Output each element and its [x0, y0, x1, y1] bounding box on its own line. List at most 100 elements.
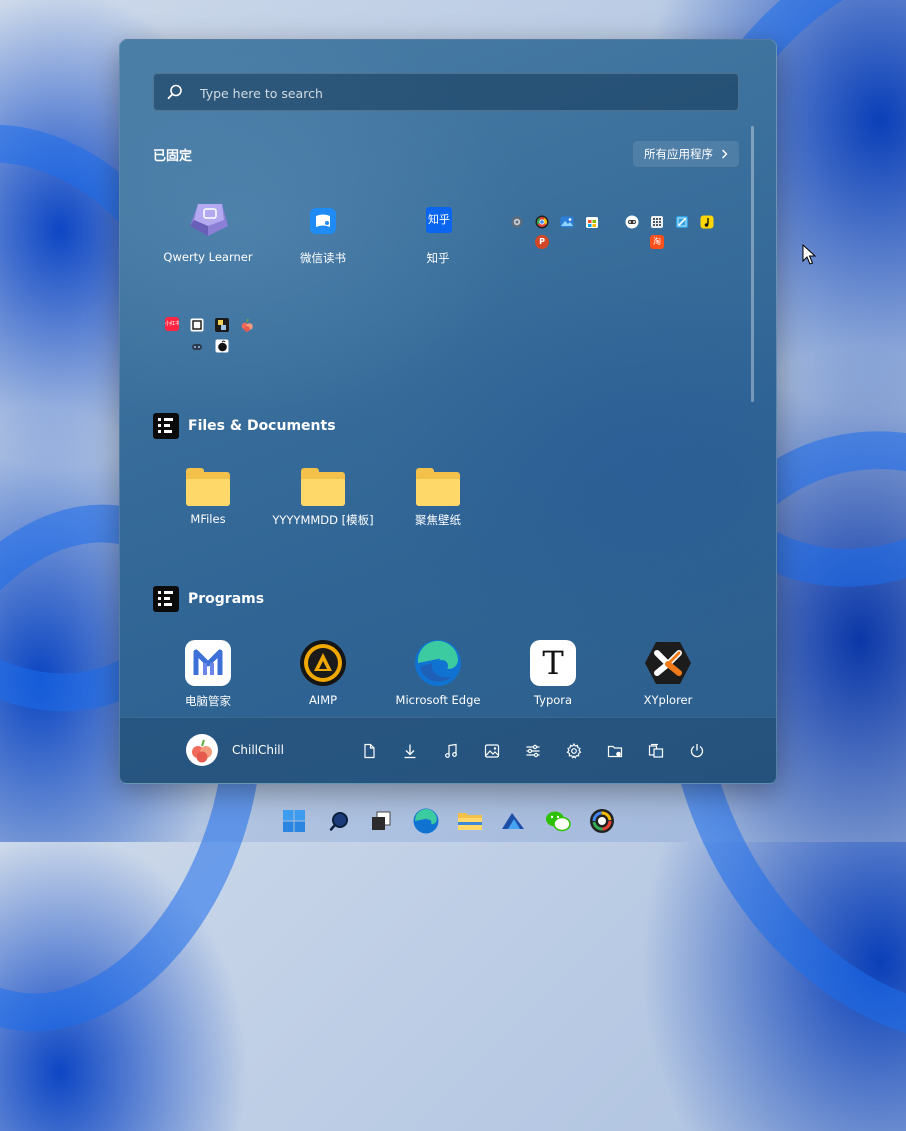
folder-icon — [186, 468, 230, 506]
taskbar-file-explorer[interactable] — [455, 806, 485, 836]
windows-logo-icon — [283, 810, 305, 832]
taskbar-wechat[interactable] — [543, 806, 573, 836]
teams-icon — [625, 214, 639, 229]
settings-gear-icon — [510, 214, 524, 228]
taskbar-edge[interactable] — [411, 806, 441, 836]
pinned-folder-group-3[interactable]: 小红书 — [165, 317, 256, 353]
search-icon — [167, 84, 182, 100]
task-view-button[interactable] — [366, 806, 396, 836]
pinned-folder-group-1[interactable]: P — [510, 214, 601, 249]
folder-label: 聚焦壁纸 — [415, 513, 461, 527]
taskbar-search-button[interactable] — [324, 806, 354, 836]
settings-icon — [566, 743, 582, 759]
music-button[interactable] — [440, 740, 462, 762]
search-icon — [329, 812, 348, 831]
music-icon — [445, 743, 457, 758]
bird-app-icon — [502, 813, 524, 829]
pinned-scrollbar[interactable] — [751, 126, 754, 402]
user-name: ChillChill — [232, 743, 284, 757]
search-box[interactable] — [153, 73, 739, 111]
files-section-label: Files & Documents — [188, 418, 336, 434]
program-pc-manager[interactable]: 电脑管家 — [153, 639, 263, 709]
program-label: XYplorer — [643, 693, 693, 707]
calculator-icon — [650, 214, 664, 228]
file-explorer-icon — [607, 745, 623, 758]
folder-icon — [458, 813, 482, 830]
folder-yyyymmdd-template[interactable]: YYYYMMDD [模板] — [268, 458, 378, 528]
typora-letter: T — [530, 640, 576, 686]
pinned-app-qwerty-learner[interactable]: Qwerty Learner — [153, 196, 263, 264]
ppt-letter: P — [535, 235, 549, 249]
pinned-app-zhihu[interactable]: 知乎 知乎 — [383, 196, 493, 266]
programs-section-label: Programs — [188, 591, 265, 607]
folder-icon — [301, 468, 345, 506]
network-icon — [648, 743, 664, 758]
keyboard-key-icon — [184, 196, 232, 244]
aimp-icon — [299, 639, 347, 687]
shader-icon — [215, 317, 229, 332]
pinned-app-label: Qwerty Learner — [163, 250, 253, 264]
list-icon — [153, 413, 179, 439]
pictures-icon — [484, 744, 500, 758]
folder-label: MFiles — [190, 512, 226, 526]
notion-icon — [190, 317, 204, 332]
pc-manager-icon — [184, 639, 232, 687]
color-wheel-icon — [590, 809, 614, 833]
program-xyplorer[interactable]: XYplorer — [613, 639, 723, 707]
folder-label: YYYYMMDD [模板] — [272, 513, 374, 527]
downloads-button[interactable] — [399, 740, 421, 762]
pinned-app-label: 知乎 — [426, 251, 450, 265]
taskbar-color-app[interactable] — [587, 806, 617, 836]
program-label: Microsoft Edge — [395, 693, 481, 707]
pinned-app-weread[interactable]: 微信读书 — [268, 196, 378, 266]
mouse-cursor-icon — [802, 244, 816, 265]
zhihu-logo-text: 知乎 — [426, 207, 452, 233]
taobao-icon: 淘 — [650, 235, 664, 249]
file-explorer-button[interactable] — [604, 740, 626, 762]
power-icon — [690, 744, 704, 758]
powerpoint-icon: P — [535, 235, 549, 249]
personalization-button[interactable] — [522, 740, 544, 762]
start-button[interactable] — [279, 806, 309, 836]
program-label: AIMP — [308, 693, 338, 707]
netease-icon: 小红书 — [165, 317, 179, 331]
taobao-letter: 淘 — [650, 235, 664, 249]
pictures-button[interactable] — [481, 740, 503, 762]
weread-icon — [299, 196, 347, 244]
program-microsoft-edge[interactable]: Microsoft Edge — [383, 639, 493, 707]
xyplorer-icon — [644, 639, 692, 687]
start-footer: ChillChill — [120, 717, 776, 783]
programs-section-title: Programs — [153, 586, 264, 612]
search-input[interactable] — [198, 82, 722, 104]
user-account[interactable]: ChillChill — [186, 734, 284, 766]
power-button[interactable] — [686, 740, 708, 762]
snipping-icon — [675, 214, 689, 228]
folder-spotlight-wallpaper[interactable]: 聚焦壁纸 — [383, 458, 493, 528]
program-typora[interactable]: T Typora — [498, 639, 608, 707]
edge-icon — [413, 808, 439, 834]
documents-button[interactable] — [358, 740, 380, 762]
folder-mfiles[interactable]: MFiles — [153, 458, 263, 526]
program-aimp[interactable]: AIMP — [268, 639, 378, 707]
pinned-folder-group-2[interactable]: 淘 — [625, 214, 716, 249]
edge-icon — [414, 639, 462, 687]
network-button[interactable] — [645, 740, 667, 762]
files-section-title: Files & Documents — [153, 413, 336, 439]
settings-button[interactable] — [563, 740, 585, 762]
taskbar-app-blue[interactable] — [498, 806, 528, 836]
store-icon — [585, 214, 599, 228]
start-menu: 已固定 所有应用程序 Qwerty Learner 微信读书 — [119, 39, 777, 784]
pinned-section-title: 已固定 — [153, 149, 193, 164]
all-apps-button[interactable]: 所有应用程序 — [633, 141, 739, 167]
list-icon — [153, 586, 179, 612]
taskbar — [0, 800, 906, 842]
fruit-icon — [240, 317, 254, 332]
program-label: Typora — [533, 693, 573, 707]
all-apps-label: 所有应用程序 — [644, 147, 713, 161]
zhihu-icon: 知乎 — [414, 196, 462, 244]
personalization-icon — [526, 744, 540, 758]
folder-icon — [416, 468, 460, 506]
dark-app-icon — [215, 338, 229, 353]
program-label: 电脑管家 — [185, 694, 231, 708]
chevron-right-icon — [722, 149, 728, 159]
